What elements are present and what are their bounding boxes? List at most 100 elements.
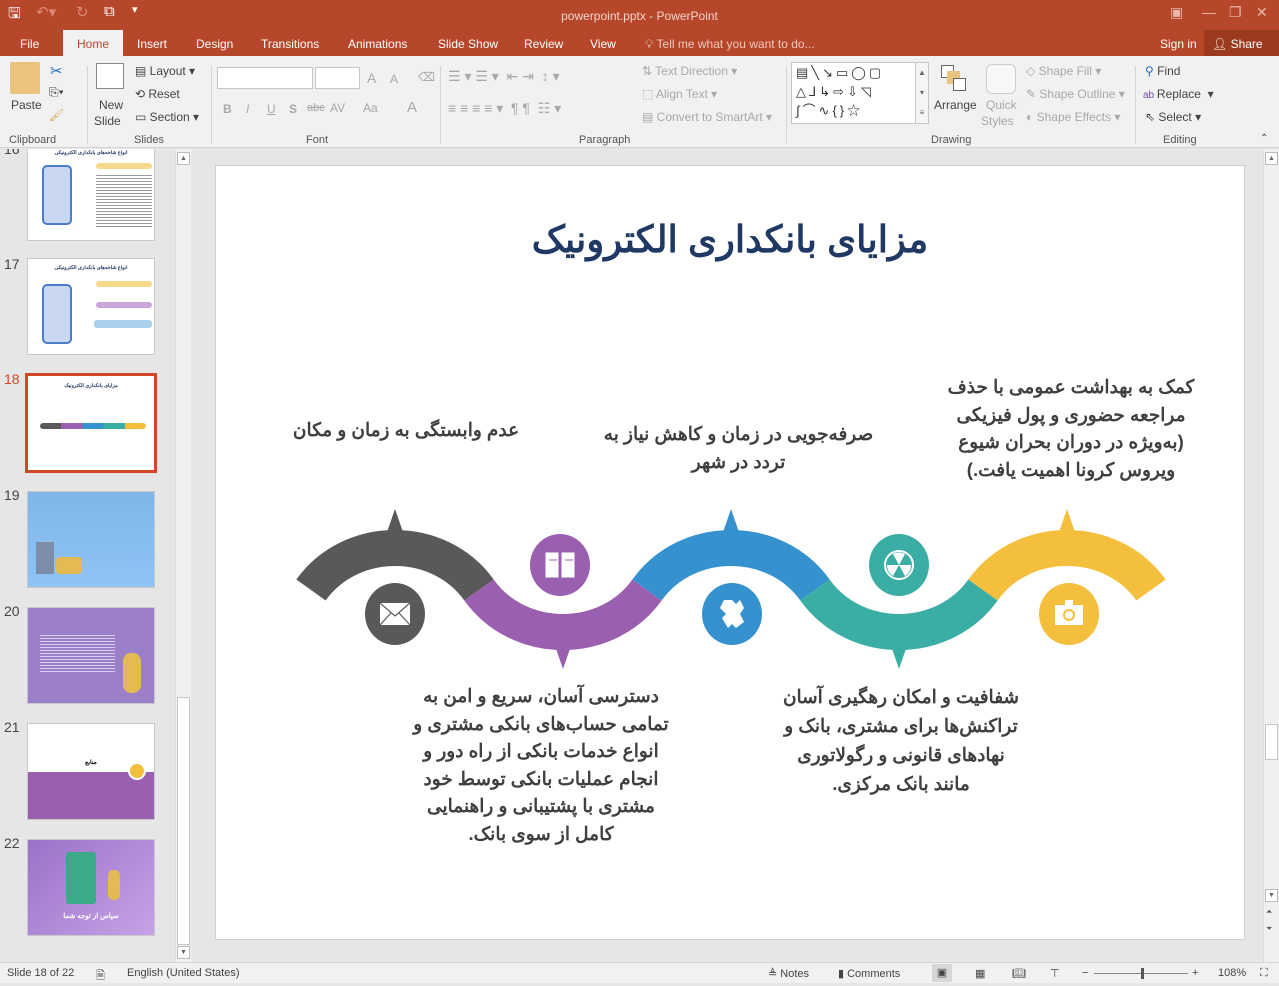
select-button[interactable]: ⇖ Select ▾ bbox=[1145, 110, 1201, 124]
align-icons[interactable]: ≡ ≡ ≡ ≡ ▾ ¶ ¶ ☷ ▾ bbox=[448, 100, 561, 117]
change-case-button[interactable]: Aa bbox=[363, 101, 378, 115]
tab-animations[interactable]: Animations bbox=[348, 37, 407, 51]
text-top-middle[interactable]: صرفه‌جویی در زمان و کاهش نیاز به تردد در … bbox=[576, 420, 901, 475]
paste-icon[interactable] bbox=[10, 62, 40, 94]
clear-formatting-icon[interactable]: ⌫ bbox=[418, 70, 435, 84]
slide-scrollbar[interactable]: ▲ ▼ ⏶ ⏷ bbox=[1263, 149, 1279, 962]
tab-review[interactable]: Review bbox=[524, 37, 563, 51]
shadow-button[interactable]: S bbox=[289, 102, 297, 116]
italic-button[interactable]: I bbox=[246, 102, 249, 116]
text-top-left[interactable]: عدم وابستگی به زمان و مکان bbox=[256, 416, 556, 444]
font-size-dropdown[interactable] bbox=[315, 67, 360, 89]
arrange-button[interactable]: Arrange bbox=[934, 98, 977, 112]
tab-design[interactable]: Design bbox=[196, 37, 233, 51]
quick-styles-icon[interactable] bbox=[986, 64, 1016, 94]
slide-thumbnail-21[interactable]: منابع bbox=[27, 723, 155, 820]
zoom-out-button[interactable]: − bbox=[1082, 967, 1088, 979]
tab-view[interactable]: View bbox=[590, 37, 616, 51]
ribbon-display-options-icon[interactable]: ▣ bbox=[1170, 4, 1183, 21]
strikethrough-button[interactable]: abc bbox=[307, 102, 325, 114]
scroll-thumb[interactable] bbox=[177, 697, 190, 945]
language-indicator[interactable]: English (United States) bbox=[127, 967, 240, 979]
cut-icon[interactable]: ✂ bbox=[50, 62, 63, 80]
minimize-button[interactable]: — bbox=[1202, 4, 1216, 20]
pointer-triangle bbox=[554, 643, 572, 669]
slide-thumbnail-19[interactable] bbox=[27, 491, 155, 588]
format-painter-icon[interactable]: 🖌︎ bbox=[49, 108, 64, 122]
shape-fill-button[interactable]: ◇ Shape Fill ▾ bbox=[1026, 64, 1101, 78]
zoom-in-button[interactable]: + bbox=[1192, 967, 1198, 979]
text-top-right[interactable]: کمک به بهداشت عمومی با حذف مراجعه حضوری و… bbox=[921, 373, 1221, 483]
tab-slide-show[interactable]: Slide Show bbox=[438, 37, 498, 51]
bullets-icon[interactable]: ☰ ▾ ☰ ▾ ⇤ ⇥ ↕ ▾ bbox=[448, 68, 560, 85]
tab-transitions[interactable]: Transitions bbox=[261, 37, 319, 51]
tab-home[interactable]: Home bbox=[63, 30, 123, 56]
normal-view-button[interactable]: ▣ bbox=[932, 964, 952, 982]
slide-sorter-button[interactable]: ▦ bbox=[975, 967, 985, 980]
thumbnail-scrollbar[interactable]: ▲ ▼ bbox=[175, 149, 191, 962]
zoom-level[interactable]: 108% bbox=[1218, 967, 1246, 979]
tab-insert[interactable]: Insert bbox=[137, 37, 167, 51]
text-bottom-left[interactable]: دسترسی آسان، سریع و امن به تمامی حساب‌های… bbox=[391, 682, 691, 847]
shape-outline-button[interactable]: ✎ Shape Outline ▾ bbox=[1026, 87, 1125, 101]
quick-styles-button-line2[interactable]: Styles bbox=[981, 114, 1014, 128]
shape-effects-label: Shape Effects bbox=[1036, 110, 1112, 124]
underline-button[interactable]: U bbox=[267, 102, 276, 116]
copy-icon[interactable]: ⎘▾ bbox=[49, 85, 64, 100]
fit-slide-button[interactable]: ⛶ bbox=[1260, 967, 1268, 980]
zoom-slider-thumb[interactable] bbox=[1141, 968, 1145, 979]
sign-in-link[interactable]: Sign in bbox=[1160, 37, 1197, 51]
new-slide-button[interactable]: New bbox=[99, 98, 123, 112]
spell-check-icon[interactable]: 🗎︎ bbox=[96, 967, 105, 986]
gallery-scroll[interactable]: ▲ ▾ ≡ bbox=[915, 62, 929, 124]
new-slide-icon[interactable] bbox=[96, 63, 124, 89]
slide-thumbnail-20[interactable] bbox=[27, 607, 155, 704]
collapse-ribbon-icon[interactable]: ⌃ bbox=[1260, 133, 1268, 144]
scroll-down-button[interactable]: ▼ bbox=[177, 946, 190, 959]
paste-button[interactable]: Paste bbox=[11, 98, 42, 112]
tab-file[interactable]: File bbox=[20, 37, 39, 51]
reset-button[interactable]: ⟲ Reset bbox=[135, 87, 180, 101]
tell-me-search[interactable]: 💡︎ Tell me what you want to do... bbox=[645, 37, 815, 52]
find-button[interactable]: ⚲ Find bbox=[1145, 64, 1180, 78]
shrink-font-button[interactable]: A bbox=[390, 72, 398, 86]
text-bottom-right[interactable]: شفافیت و امکان رهگیری آسان تراکنش‌ها برای… bbox=[751, 682, 1051, 798]
scroll-down-button[interactable]: ▼ bbox=[1265, 889, 1278, 902]
coin-image bbox=[108, 870, 120, 900]
reading-view-button[interactable]: 📖︎ bbox=[1012, 967, 1026, 980]
convert-smartart-button[interactable]: ▤ Convert to SmartArt ▾ bbox=[642, 110, 772, 124]
restore-button[interactable]: ❐ bbox=[1229, 4, 1242, 21]
slide-thumbnail-16[interactable]: انواع شاخه‌های بانکداری الکترونیکی bbox=[27, 149, 155, 241]
close-button[interactable]: ✕ bbox=[1256, 4, 1268, 21]
notes-button[interactable]: ≜ Notes bbox=[768, 967, 809, 980]
scroll-thumb[interactable] bbox=[1265, 724, 1278, 760]
font-name-dropdown[interactable] bbox=[217, 67, 313, 89]
bold-button[interactable]: B bbox=[223, 102, 232, 116]
arrange-icon[interactable] bbox=[941, 65, 967, 93]
shape-effects-button[interactable]: ◐ Shape Effects ▾ bbox=[1026, 110, 1120, 124]
text-line: صرفه‌جویی در زمان و کاهش نیاز به bbox=[603, 423, 874, 444]
slide-thumbnail-17[interactable]: انواع شاخه‌های بانکداری الکترونیکی bbox=[27, 258, 155, 355]
shapes-gallery[interactable]: ▤╲↘▭◯▢ △⅃↳⇨⇩◹ ∫⌒∿{}☆ bbox=[791, 62, 929, 124]
layout-button[interactable]: ▤ Layout ▾ bbox=[135, 64, 195, 78]
replace-button[interactable]: ab Replace ▾ bbox=[1143, 87, 1214, 101]
shape-icons[interactable]: ▤╲↘▭◯▢ △⅃↳⇨⇩◹ ∫⌒∿{}☆ bbox=[792, 63, 928, 120]
scroll-up-button[interactable]: ▲ bbox=[177, 152, 190, 165]
previous-slide-button[interactable]: ⏶ bbox=[1266, 907, 1272, 917]
new-slide-button-line2[interactable]: Slide bbox=[94, 114, 121, 128]
character-spacing-button[interactable]: AV bbox=[330, 101, 345, 115]
grow-font-button[interactable]: A bbox=[367, 70, 376, 86]
align-text-button[interactable]: ⬚ Align Text ▾ bbox=[642, 87, 717, 101]
slide-canvas[interactable]: مزایای بانکداری الکترونیک عدم وابستگی به… bbox=[215, 165, 1245, 940]
comments-button[interactable]: ▮ Comments bbox=[838, 967, 900, 980]
font-color-button[interactable]: A bbox=[407, 99, 417, 116]
slideshow-button[interactable]: ⊤ bbox=[1050, 967, 1060, 980]
quick-styles-button[interactable]: Quick bbox=[986, 98, 1017, 112]
share-button[interactable]: 👤︎ Share bbox=[1204, 30, 1279, 56]
slide-thumbnail-22[interactable]: سپاس از توجه شما bbox=[27, 839, 155, 936]
scroll-up-button[interactable]: ▲ bbox=[1265, 152, 1278, 165]
slide-thumbnail-18[interactable]: مزایای بانکداری الکترونیک bbox=[25, 373, 157, 473]
section-button[interactable]: ▭ Section ▾ bbox=[135, 110, 199, 124]
next-slide-button[interactable]: ⏷ bbox=[1266, 924, 1272, 934]
text-direction-button[interactable]: ⇅ Text Direction ▾ bbox=[642, 64, 737, 78]
